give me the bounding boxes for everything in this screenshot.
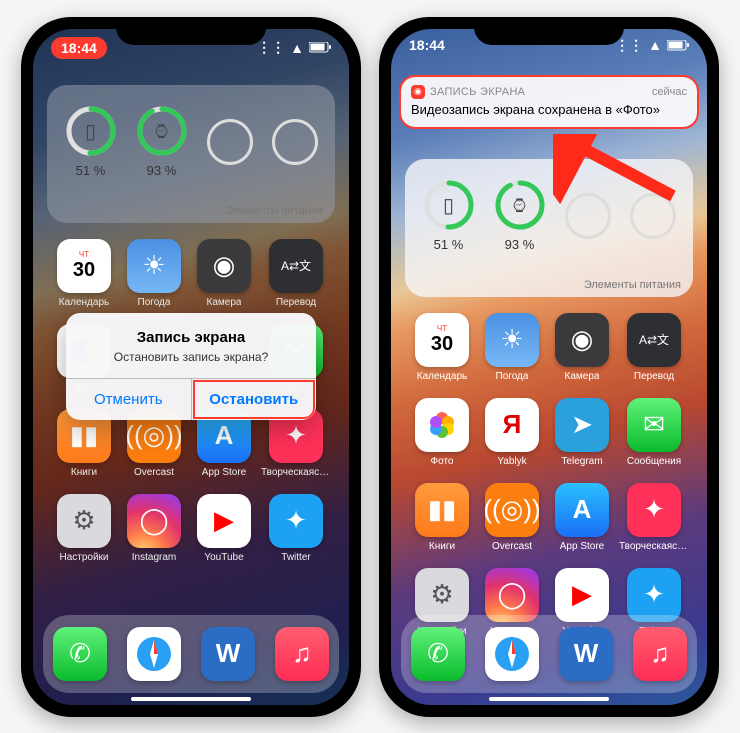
phone-left: 18:44 ⋮⋮ ▲ ▯ 51 % ⌚︎ (21, 17, 361, 717)
app-safari[interactable] (485, 627, 539, 681)
app-weather[interactable]: ☀︎Погода (479, 313, 545, 382)
notch (116, 17, 266, 45)
app-translate[interactable]: A⇄文Перевод (619, 313, 689, 382)
battery-icon (667, 40, 689, 51)
messages-icon: ✉︎ (627, 398, 681, 452)
wifi-icon: ▲ (648, 37, 662, 53)
notification-time: сейчас (652, 86, 687, 98)
notification-app-name: ЗАПИСЬ ЭКРАНА (430, 86, 525, 98)
phone-device-icon: ▯ (423, 179, 475, 231)
instagram-icon: ◯ (485, 568, 539, 622)
status-icons: ⋮⋮ ▲ (257, 37, 331, 59)
battery-pct-watch: 93 % (494, 237, 546, 252)
app-music[interactable]: ♫ (633, 627, 687, 681)
app-phone[interactable]: ✆ (411, 627, 465, 681)
app-messages[interactable]: ✉︎Сообщения (619, 398, 689, 467)
notification-body: Видеозапись экрана сохранена в «Фото» (411, 102, 687, 117)
callout-arrow (553, 134, 683, 204)
home-indicator[interactable] (489, 697, 609, 701)
home-screen-dimmed: 18:44 ⋮⋮ ▲ ▯ 51 % ⌚︎ (33, 29, 349, 705)
app-yablyk[interactable]: ЯYablyk (479, 398, 545, 467)
phone-right: 18:44 ⋮⋮ ▲ ◉ ЗАПИСЬ ЭКРАНА сейчас Видеоза… (379, 17, 719, 717)
battery-icon (309, 42, 331, 53)
battery-ring-watch: ⌚︎ (494, 179, 546, 231)
camera-icon: ◉ (555, 313, 609, 367)
stop-button[interactable]: Остановить (192, 379, 317, 420)
status-time-recording[interactable]: 18:44 (51, 37, 107, 59)
cellular-icon: ⋮⋮ (615, 37, 643, 54)
translate-icon: A⇄文 (627, 313, 681, 367)
app-shortcuts[interactable]: ✦Творческаясту... (619, 483, 689, 552)
yablyk-icon: Я (485, 398, 539, 452)
alert-message: Остановить запись экрана? (66, 350, 316, 378)
app-camera[interactable]: ◉Камера (549, 313, 615, 382)
dock: ✆ W ♫ (401, 615, 697, 693)
watch-device-icon: ⌚︎ (494, 179, 546, 231)
gear-icon: ⚙︎ (415, 568, 469, 622)
app-overcast[interactable]: ((◎))Overcast (479, 483, 545, 552)
shortcuts-icon: ✦ (627, 483, 681, 537)
home-screen: 18:44 ⋮⋮ ▲ ◉ ЗАПИСЬ ЭКРАНА сейчас Видеоза… (391, 29, 707, 705)
weather-icon: ☀︎ (485, 313, 539, 367)
cancel-button[interactable]: Отменить (66, 379, 192, 420)
battery-pct-phone: 51 % (423, 237, 475, 252)
telegram-icon: ➤ (555, 398, 609, 452)
app-telegram[interactable]: ➤Telegram (549, 398, 615, 467)
notch (474, 17, 624, 45)
youtube-icon: ▶ (555, 568, 609, 622)
twitter-icon: ✦ (627, 568, 681, 622)
cellular-icon: ⋮⋮ (257, 39, 285, 56)
status-icons: ⋮⋮ ▲ (615, 37, 689, 54)
app-photos[interactable]: Фото (409, 398, 475, 467)
notification-app-icon: ◉ (411, 85, 425, 99)
status-time: 18:44 (409, 37, 445, 54)
app-books[interactable]: ▮▮Книги (409, 483, 475, 552)
app-calendar[interactable]: ЧТ30Календарь (409, 313, 475, 382)
wifi-icon: ▲ (290, 40, 304, 56)
books-icon: ▮▮ (415, 483, 469, 537)
alert-title: Запись экрана (66, 313, 316, 350)
screen-record-alert: Запись экрана Остановить запись экрана? … (66, 313, 316, 420)
alert-overlay: Запись экрана Остановить запись экрана? … (33, 29, 349, 705)
photos-icon (415, 398, 469, 452)
overcast-icon: ((◎)) (485, 483, 539, 537)
app-grid: ЧТ30Календарь ☀︎Погода ◉Камера A⇄文Перево… (391, 313, 707, 637)
app-vk[interactable]: W (559, 627, 613, 681)
app-appstore[interactable]: AApp Store (549, 483, 615, 552)
appstore-icon: A (555, 483, 609, 537)
battery-ring-phone: ▯ (423, 179, 475, 231)
home-indicator[interactable] (131, 697, 251, 701)
notification-banner[interactable]: ◉ ЗАПИСЬ ЭКРАНА сейчас Видеозапись экрана… (401, 77, 697, 127)
widget-label: Элементы питания (584, 279, 681, 291)
